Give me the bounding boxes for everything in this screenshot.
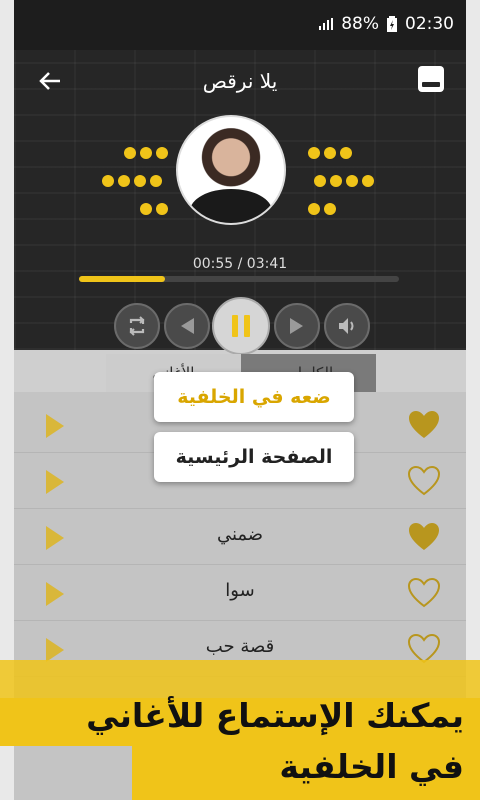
song-name: قصة حب: [205, 636, 275, 657]
heart-outline-icon[interactable]: [408, 466, 440, 496]
dots-decoration-right: [308, 147, 378, 217]
home-page-option[interactable]: الصفحة الرئيسية: [154, 432, 354, 482]
repeat-icon: [129, 316, 145, 336]
pause-icon: [232, 315, 250, 337]
song-row[interactable]: ضمني: [14, 508, 466, 565]
heart-filled-icon[interactable]: [408, 410, 440, 440]
play-in-background-option[interactable]: ضعه في الخلفية: [154, 372, 354, 422]
song-title: يلا نرقص: [202, 69, 278, 93]
signal-icon: [319, 18, 334, 30]
menu-icon[interactable]: [418, 66, 444, 92]
clock: 02:30: [405, 14, 454, 34]
banner-strip: [0, 660, 480, 698]
next-icon: [290, 318, 303, 334]
previous-icon: [181, 318, 194, 334]
next-button[interactable]: [274, 303, 320, 349]
heart-outline-icon[interactable]: [408, 578, 440, 608]
repeat-button[interactable]: [114, 303, 160, 349]
pause-button[interactable]: [212, 297, 270, 355]
battery-percent: 88%: [341, 14, 379, 34]
banner-line-2: في الخلفية: [279, 747, 464, 786]
song-row[interactable]: سوا: [14, 564, 466, 621]
status-bar: 88% 02:30: [14, 0, 466, 50]
player-header: يلا نرقص 00:55 / 03:41: [14, 50, 466, 355]
song-name: سوا: [225, 580, 255, 601]
play-icon[interactable]: [46, 470, 64, 494]
song-name: ضمني: [216, 524, 264, 545]
artist-avatar: [176, 115, 286, 225]
progress-fill: [79, 276, 166, 282]
volume-icon: [339, 318, 354, 334]
banner-line-1: يمكنك الإستماع للأغاني: [86, 696, 464, 735]
heart-filled-icon[interactable]: [408, 522, 440, 552]
time-display: 00:55 / 03:41: [192, 256, 288, 272]
dots-decoration-left: [102, 147, 172, 217]
play-icon[interactable]: [46, 414, 64, 438]
player-controls: [14, 297, 466, 355]
volume-button[interactable]: [324, 303, 370, 349]
progress-bar[interactable]: [79, 276, 399, 282]
previous-button[interactable]: [164, 303, 210, 349]
battery-icon: [387, 16, 397, 32]
